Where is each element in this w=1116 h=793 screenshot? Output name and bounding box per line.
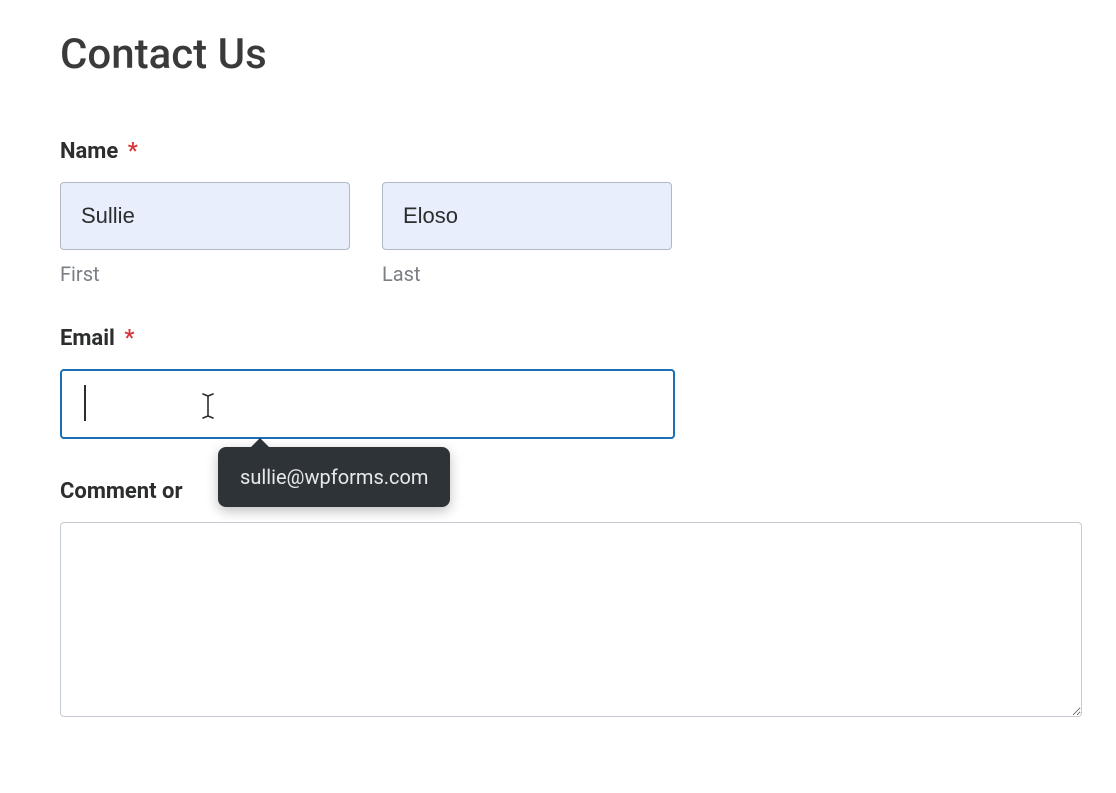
last-name-sublabel: Last <box>382 262 672 286</box>
last-name-input[interactable] <box>382 182 672 250</box>
comment-label-text: Comment or <box>60 479 183 504</box>
email-label: Email * <box>60 326 1056 351</box>
comment-label: Comment or <box>60 479 1056 504</box>
name-field-group: Name * First Last <box>60 139 1056 286</box>
first-name-sublabel: First <box>60 262 350 286</box>
email-input-wrapper: sullie@wpforms.com <box>60 369 675 439</box>
required-asterisk-icon: * <box>128 139 138 164</box>
first-name-col: First <box>60 182 350 286</box>
name-label: Name * <box>60 139 1056 164</box>
comment-textarea[interactable] <box>60 522 1082 717</box>
required-asterisk-icon: * <box>124 326 134 351</box>
email-label-text: Email <box>60 326 115 351</box>
name-row: First Last <box>60 182 1056 286</box>
text-caret-icon <box>84 385 86 421</box>
autofill-suggestion-tooltip[interactable]: sullie@wpforms.com <box>218 447 450 507</box>
first-name-input[interactable] <box>60 182 350 250</box>
comment-field-group: Comment or <box>60 479 1056 721</box>
email-field-group: Email * sullie@wpforms.com <box>60 326 1056 439</box>
name-label-text: Name <box>60 139 118 164</box>
page-title: Contact Us <box>60 30 1056 79</box>
email-input[interactable] <box>60 369 675 439</box>
last-name-col: Last <box>382 182 672 286</box>
